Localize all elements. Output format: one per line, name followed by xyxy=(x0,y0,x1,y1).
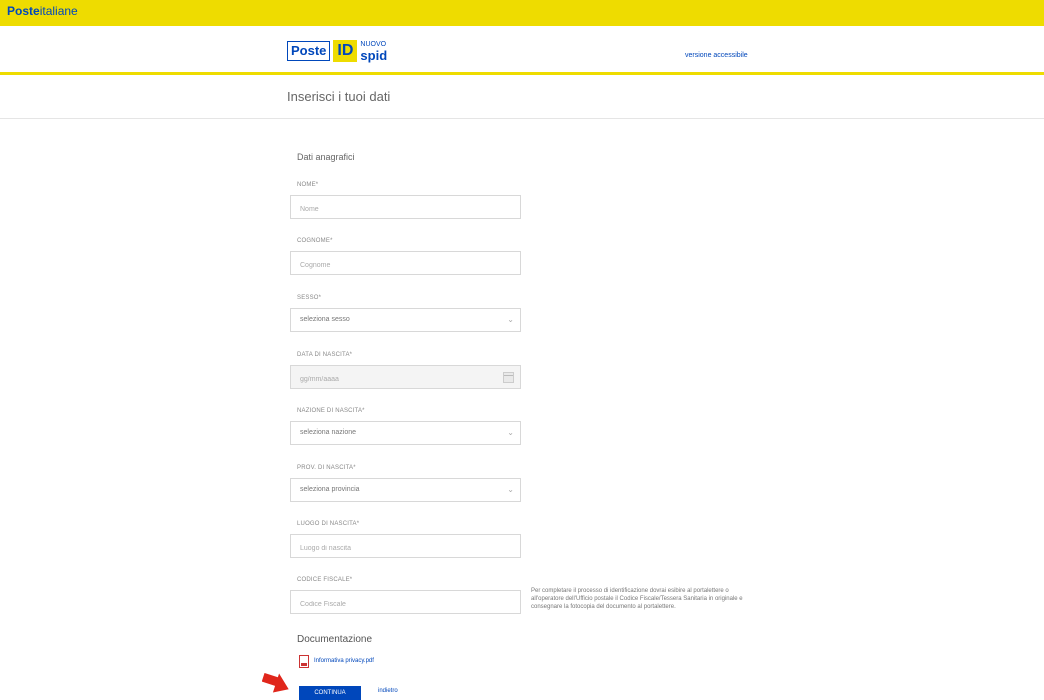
provincia-selected-value: seleziona provincia xyxy=(300,486,360,493)
pdf-file-icon xyxy=(299,655,309,668)
luogo-nascita-field-box xyxy=(290,534,521,560)
provincia-nascita-select[interactable]: seleziona provincia ⌄ xyxy=(290,478,521,502)
page-title: Inserisci i tuoi dati xyxy=(287,89,391,104)
nome-label: NOME* xyxy=(297,182,319,188)
chevron-down-icon: ⌄ xyxy=(507,428,514,437)
sesso-selected-value: seleziona sesso xyxy=(300,316,350,323)
accessible-version-link[interactable]: versione accessibile xyxy=(685,52,748,59)
title-divider xyxy=(0,118,1044,119)
chevron-down-icon: ⌄ xyxy=(507,315,514,324)
codice-fiscale-help-text: Per completare il processo di identifica… xyxy=(531,588,743,610)
calendar-icon[interactable] xyxy=(503,372,514,383)
sesso-label: SESSO* xyxy=(297,295,322,301)
logo-id: ID xyxy=(333,40,358,62)
top-brand-bar: Posteitaliane xyxy=(0,0,1044,26)
posteitaliane-logo[interactable]: Posteitaliane xyxy=(7,4,78,18)
posteid-spid-logo: Poste ID NUOVO spid xyxy=(287,38,387,64)
section-title: Dati anagrafici xyxy=(297,152,355,162)
data-nascita-label: DATA DI NASCITA* xyxy=(297,352,353,358)
cognome-label: COGNOME* xyxy=(297,238,333,244)
codice-fiscale-input[interactable] xyxy=(291,593,520,616)
nazione-nascita-select[interactable]: seleziona nazione ⌄ xyxy=(290,421,521,445)
header-divider xyxy=(0,72,1044,75)
data-nascita-input[interactable] xyxy=(291,368,520,391)
nome-field-box xyxy=(290,195,521,221)
luogo-nascita-label: LUOGO DI NASCITA* xyxy=(297,521,360,527)
back-link[interactable]: indietro xyxy=(378,688,398,694)
red-arrow-icon xyxy=(262,673,289,693)
cognome-field-box xyxy=(290,251,521,277)
nazione-selected-value: seleziona nazione xyxy=(300,429,357,436)
chevron-down-icon: ⌄ xyxy=(507,485,514,494)
codice-fiscale-label: CODICE FISCALE* xyxy=(297,577,353,583)
nazione-nascita-label: NAZIONE DI NASCITA* xyxy=(297,408,365,414)
logo-spid: NUOVO spid xyxy=(360,40,387,62)
codice-fiscale-field-box xyxy=(290,590,521,616)
luogo-nascita-input[interactable] xyxy=(291,537,520,560)
sesso-select[interactable]: seleziona sesso ⌄ xyxy=(290,308,521,332)
logo-spid-text: spid xyxy=(360,48,388,63)
brand-rest: italiane xyxy=(39,4,78,18)
brand-bold: Poste xyxy=(7,4,40,18)
data-nascita-field-box xyxy=(290,365,521,391)
nome-input[interactable] xyxy=(291,198,520,221)
documentazione-title: Documentazione xyxy=(297,634,373,645)
privacy-pdf-link[interactable]: Informativa privacy.pdf xyxy=(314,658,374,664)
logo-poste: Poste xyxy=(287,41,331,61)
continue-button[interactable]: CONTINUA xyxy=(299,686,361,700)
cognome-input[interactable] xyxy=(291,254,520,277)
provincia-nascita-label: PROV. DI NASCITA* xyxy=(297,465,356,471)
